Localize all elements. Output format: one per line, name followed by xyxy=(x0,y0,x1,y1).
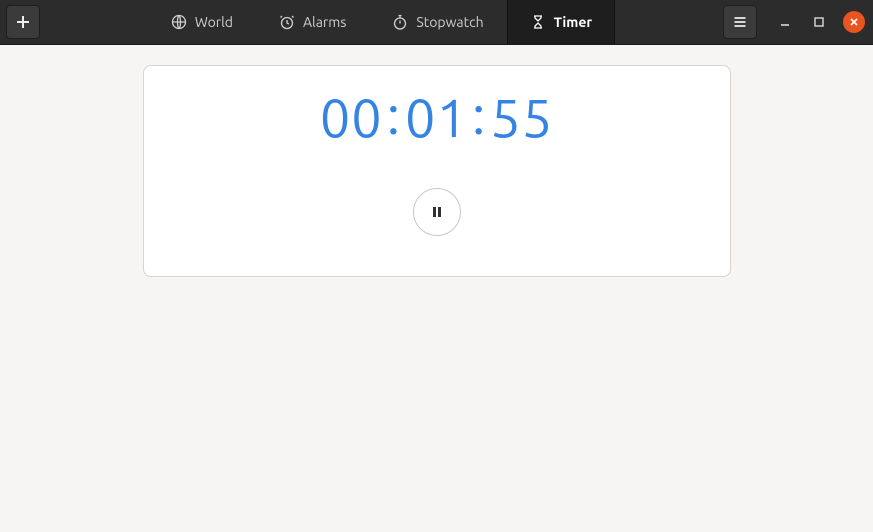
timer-hours: 00 xyxy=(320,88,383,148)
minimize-icon xyxy=(779,16,791,28)
maximize-icon xyxy=(813,16,825,28)
tab-timer[interactable]: Timer xyxy=(507,0,616,44)
tab-world[interactable]: World xyxy=(148,0,256,44)
close-icon xyxy=(849,17,859,27)
maximize-button[interactable] xyxy=(809,12,829,32)
hourglass-icon xyxy=(530,14,546,30)
plus-icon xyxy=(15,14,31,30)
timer-display: 00 : 01 : 55 xyxy=(320,88,553,148)
right-controls xyxy=(723,5,873,39)
minimize-button[interactable] xyxy=(775,12,795,32)
globe-icon xyxy=(171,14,187,30)
tab-alarms[interactable]: Alarms xyxy=(256,0,369,44)
timer-colon: : xyxy=(472,85,486,145)
tab-timer-label: Timer xyxy=(554,14,593,30)
content-area: 00 : 01 : 55 xyxy=(0,45,873,532)
tab-stopwatch[interactable]: Stopwatch xyxy=(369,0,506,44)
timer-card: 00 : 01 : 55 xyxy=(143,65,731,277)
tab-bar: World Alarms Stopwatch Ti xyxy=(40,0,723,44)
app-window: World Alarms Stopwatch Ti xyxy=(0,0,873,532)
tab-world-label: World xyxy=(195,14,233,30)
timer-seconds: 55 xyxy=(490,88,553,148)
hamburger-icon xyxy=(732,14,748,30)
pause-icon xyxy=(430,205,444,219)
titlebar: World Alarms Stopwatch Ti xyxy=(0,0,873,45)
pause-button[interactable] xyxy=(413,188,461,236)
alarm-icon xyxy=(279,14,295,30)
menu-button[interactable] xyxy=(723,5,757,39)
close-button[interactable] xyxy=(843,11,865,33)
tab-stopwatch-label: Stopwatch xyxy=(416,14,483,30)
window-controls xyxy=(775,11,865,33)
add-button[interactable] xyxy=(6,5,40,39)
stopwatch-icon xyxy=(392,14,408,30)
timer-minutes: 01 xyxy=(405,88,468,148)
tab-alarms-label: Alarms xyxy=(303,14,346,30)
timer-colon: : xyxy=(387,85,401,145)
